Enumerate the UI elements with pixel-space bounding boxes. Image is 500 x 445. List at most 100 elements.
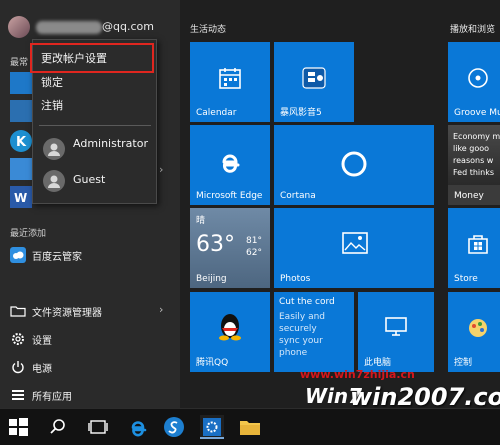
tile-groove[interactable]: Groove Mu	[448, 42, 500, 122]
tile-edge-label: Microsoft Edge	[196, 191, 263, 201]
cut-body-line-4: phone	[279, 348, 308, 358]
tile-control-panel-label: 控制	[454, 358, 473, 368]
all-apps-label: 所有应用	[32, 392, 72, 403]
svg-text:K: K	[16, 135, 27, 150]
s-logo-icon	[164, 417, 184, 437]
file-explorer-label: 文件资源管理器	[32, 308, 102, 319]
tile-edge[interactable]: Microsoft Edge	[190, 125, 270, 205]
store-icon	[468, 235, 488, 254]
money-news-line-3: reasons w	[453, 156, 494, 165]
tile-calendar-label: Calendar	[196, 108, 237, 118]
frequent-app-icon-2[interactable]	[10, 100, 32, 122]
account-button[interactable]: @qq.com	[8, 16, 178, 40]
computer-icon	[385, 317, 407, 336]
lock-item[interactable]: 锁定	[41, 74, 63, 90]
tile-this-pc[interactable]: 此电脑	[358, 292, 434, 372]
user-email: @qq.com	[102, 20, 154, 33]
recent-app-label: 百度云管家	[32, 252, 82, 263]
frequent-section-label: 最常	[10, 58, 29, 68]
cut-body-line-1: Easily and	[279, 312, 326, 322]
menu-divider	[39, 125, 151, 126]
search-button[interactable]	[46, 415, 70, 439]
baofeng-icon	[302, 67, 326, 89]
tile-cortana-label: Cortana	[280, 191, 316, 201]
all-apps-item[interactable]: 所有应用	[10, 385, 178, 405]
cut-title: Cut the cord	[279, 297, 335, 307]
frequent-app-icon-4[interactable]	[10, 158, 32, 180]
tile-photos-label: Photos	[280, 274, 311, 284]
tile-groove-label: Groove Mu	[454, 108, 500, 118]
gear-icon	[10, 331, 26, 347]
windows-logo-icon	[9, 418, 28, 436]
frequent-app-icon-5[interactable]: W	[10, 186, 32, 208]
taskbar-settings[interactable]	[200, 415, 224, 439]
blurred-username	[36, 21, 102, 34]
frequent-app-icon-1[interactable]	[10, 72, 32, 94]
administrator-label: Administrator	[73, 137, 148, 150]
k-icon: K	[16, 135, 27, 150]
power-icon	[10, 359, 26, 375]
recent-app-item[interactable]: 百度云管家	[10, 245, 178, 265]
tile-control-panel[interactable]: 控制	[448, 292, 500, 372]
tile-money[interactable]: Economy m like gooo reasons w Fed thinks…	[448, 125, 500, 205]
qq-penguin-icon	[219, 314, 241, 341]
watermark-brand: win2007.com	[350, 383, 500, 411]
control-panel-icon	[469, 319, 487, 337]
tile-qq[interactable]: 腾讯QQ	[190, 292, 270, 372]
tile-cut-the-cord[interactable]: Cut the cord Easily and securely sync yo…	[274, 292, 354, 372]
cut-body-line-2: securely	[279, 324, 317, 334]
tile-photos[interactable]: Photos	[274, 208, 434, 288]
music-disc-icon	[468, 68, 488, 88]
taskbar-file-explorer[interactable]	[238, 415, 262, 439]
frequent-app-icon-3[interactable]: K	[10, 130, 32, 152]
tile-calendar[interactable]: Calendar	[190, 42, 270, 122]
signout-item[interactable]: 注销	[41, 97, 63, 113]
weather-high: 81°	[246, 236, 262, 246]
weather-temp: 63°	[196, 232, 235, 257]
edge-icon	[131, 421, 147, 437]
tile-store[interactable]: Store	[448, 208, 500, 288]
taskbar	[0, 408, 500, 445]
user-icon	[43, 170, 65, 192]
start-menu-screenshot: @qq.com 最常 K W › 最近添加 百度云管家 文件资源管理器 › 设置…	[0, 0, 500, 445]
recent-section-label: 最近添加	[10, 229, 47, 239]
task-view-icon	[88, 420, 108, 434]
power-item[interactable]: 电源	[10, 357, 178, 377]
svg-text:W: W	[14, 191, 27, 205]
user-avatar	[8, 16, 30, 38]
tile-money-label: Money	[454, 191, 484, 201]
start-button[interactable]	[6, 415, 30, 439]
money-news-line-2: like gooo	[453, 144, 490, 153]
calendar-icon	[219, 68, 241, 89]
highlight-annotation-box	[30, 43, 154, 73]
taskbar-app-s[interactable]	[162, 415, 186, 439]
settings-item[interactable]: 设置	[10, 329, 178, 349]
word-icon: W	[14, 191, 27, 205]
tile-store-label: Store	[454, 274, 478, 284]
tile-baofeng[interactable]: 暴风影音5	[274, 42, 354, 122]
settings-label: 设置	[32, 336, 52, 347]
edge-icon	[222, 154, 240, 173]
tile-weather[interactable]: 晴 63° 81° 62° Beijing	[190, 208, 270, 288]
file-explorer-item[interactable]: 文件资源管理器	[10, 301, 178, 321]
power-label: 电源	[32, 364, 52, 375]
guest-label: Guest	[73, 173, 106, 186]
group-title-play: 播放和浏览	[450, 25, 496, 35]
folder-icon	[240, 421, 260, 435]
weather-low: 62°	[246, 248, 262, 258]
taskbar-edge[interactable]	[126, 415, 150, 439]
watermark-url: www.win7zhijia.cn	[300, 368, 415, 381]
chevron-right-icon[interactable]: ›	[159, 163, 163, 176]
tile-qq-label: 腾讯QQ	[196, 358, 229, 368]
tile-cortana[interactable]: Cortana	[274, 125, 434, 205]
money-news-line-1: Economy m	[453, 132, 500, 141]
cut-body-line-3: sync your	[279, 336, 323, 346]
weather-condition: 晴	[196, 216, 206, 226]
tile-weather-label: Beijing	[196, 274, 227, 284]
user-icon	[43, 138, 65, 160]
search-icon	[50, 419, 65, 434]
baidu-cloud-icon	[10, 247, 26, 263]
task-view-button[interactable]	[86, 415, 110, 439]
chevron-right-icon[interactable]: ›	[159, 303, 163, 316]
tile-baofeng-label: 暴风影音5	[280, 108, 322, 118]
